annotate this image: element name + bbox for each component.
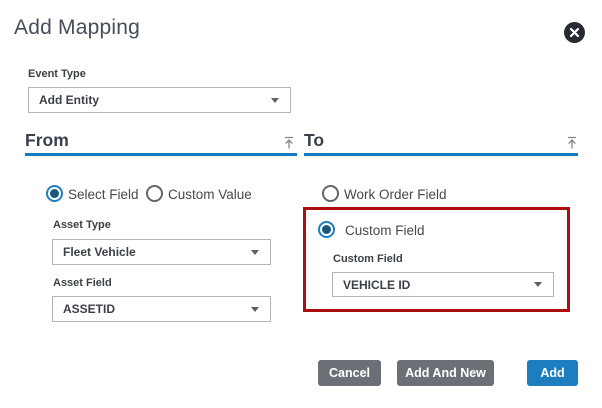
radio-select-field[interactable]	[46, 185, 63, 202]
asset-field-label: Asset Field	[53, 277, 112, 289]
add-and-new-button[interactable]: Add And New	[397, 360, 494, 386]
radio-dot	[50, 189, 59, 198]
collapse-up-icon[interactable]	[283, 136, 295, 154]
radio-custom-value-label: Custom Value	[168, 187, 252, 202]
radio-work-order-field[interactable]	[322, 185, 339, 202]
radio-select-field-label: Select Field	[68, 187, 139, 202]
close-x-glyph	[569, 27, 580, 38]
event-type-label: Event Type	[28, 68, 86, 80]
asset-field-select[interactable]: ASSETID	[52, 296, 271, 322]
radio-work-order-field-label: Work Order Field	[344, 187, 447, 202]
from-header: From	[25, 130, 69, 151]
caret-down-icon	[251, 307, 259, 312]
from-divider	[25, 153, 297, 156]
custom-field-value: VEHICLE ID	[343, 278, 410, 292]
asset-type-value: Fleet Vehicle	[63, 245, 136, 259]
cancel-button[interactable]: Cancel	[318, 360, 381, 386]
asset-type-select[interactable]: Fleet Vehicle	[52, 239, 271, 265]
add-mapping-dialog: Add Mapping Event Type Add Entity From T…	[0, 0, 602, 408]
radio-custom-value[interactable]	[146, 185, 163, 202]
caret-down-icon	[251, 250, 259, 255]
to-divider	[304, 153, 578, 156]
event-type-value: Add Entity	[39, 93, 99, 107]
caret-down-icon	[534, 282, 542, 287]
radio-dot	[322, 225, 331, 234]
close-icon[interactable]	[564, 22, 585, 43]
custom-field-select[interactable]: VEHICLE ID	[332, 272, 554, 297]
to-header: To	[304, 130, 324, 151]
caret-down-icon	[271, 98, 279, 103]
asset-field-value: ASSETID	[63, 302, 115, 316]
radio-custom-field[interactable]	[318, 221, 335, 238]
collapse-up-icon[interactable]	[566, 136, 578, 154]
dialog-title: Add Mapping	[14, 16, 140, 40]
event-type-select[interactable]: Add Entity	[28, 87, 291, 113]
radio-custom-field-label: Custom Field	[345, 223, 425, 238]
add-button[interactable]: Add	[527, 360, 578, 386]
custom-field-label: Custom Field	[333, 253, 403, 265]
asset-type-label: Asset Type	[53, 219, 111, 231]
